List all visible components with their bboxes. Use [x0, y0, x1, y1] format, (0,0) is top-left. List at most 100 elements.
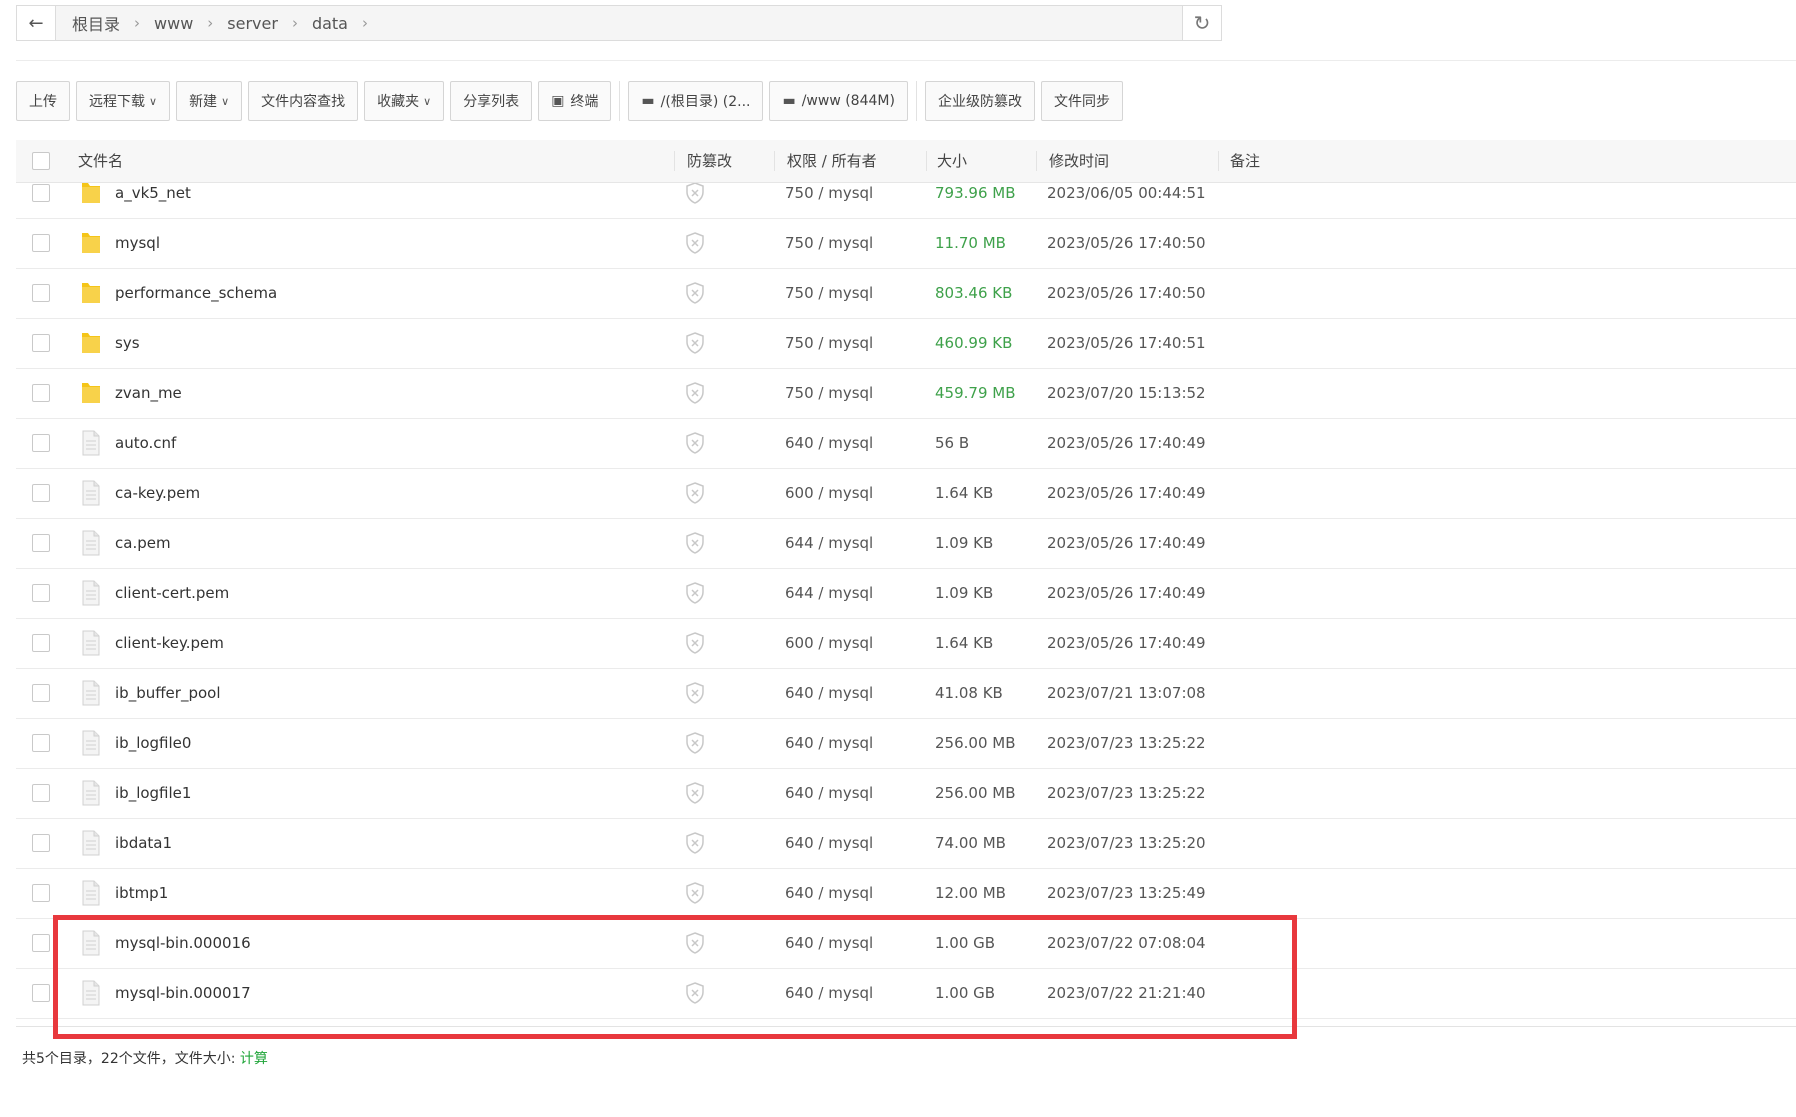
table-row[interactable]: mysql 750 / mysql 11.70 MB 2023/05/26 17:40… [16, 218, 1796, 269]
shield-icon[interactable] [685, 382, 705, 404]
row-checkbox[interactable] [32, 734, 50, 752]
row-checkbox[interactable] [32, 284, 50, 302]
content-search-button[interactable]: 文件内容查找 [248, 81, 359, 121]
row-checkbox[interactable] [32, 534, 50, 552]
shield-icon[interactable] [685, 782, 705, 804]
file-name[interactable]: client-cert.pem [115, 568, 229, 618]
table-row[interactable]: ib_logfile1 640 / mysql 256.00 MB 2023/07/2… [16, 768, 1796, 819]
perm-owner[interactable]: 640 / mysql [785, 918, 873, 968]
row-checkbox[interactable] [32, 634, 50, 652]
shield-icon[interactable] [685, 982, 705, 1004]
file-name[interactable]: ca-key.pem [115, 468, 200, 518]
breadcrumb-item[interactable]: www [154, 14, 193, 33]
table-row[interactable]: performance_schema 750 / mysql 803.46 KB 20… [16, 268, 1796, 319]
breadcrumb-item[interactable]: server [227, 14, 278, 33]
row-checkbox[interactable] [32, 484, 50, 502]
file-name[interactable]: ib_buffer_pool [115, 668, 221, 718]
row-checkbox[interactable] [32, 184, 50, 202]
enterprise-tamper-button[interactable]: 企业级防篡改 [924, 81, 1035, 121]
shield-icon[interactable] [685, 882, 705, 904]
favorites-button[interactable]: 收藏夹 ∨ [364, 81, 445, 121]
file-sync-button[interactable]: 文件同步 [1040, 81, 1123, 121]
shield-icon[interactable] [685, 432, 705, 454]
shield-icon[interactable] [685, 682, 705, 704]
share-list-button[interactable]: 分享列表 [450, 81, 533, 121]
calculate-link[interactable]: 计算 [240, 1051, 268, 1067]
shield-icon[interactable] [685, 732, 705, 754]
perm-owner[interactable]: 640 / mysql [785, 868, 873, 918]
shield-icon[interactable] [685, 332, 705, 354]
file-name[interactable]: client-key.pem [115, 618, 224, 668]
table-row[interactable]: ca.pem 644 / mysql 1.09 KB 2023/05/26 17:40… [16, 518, 1796, 569]
upload-button[interactable]: 上传 [16, 81, 70, 121]
column-name-header[interactable]: 文件名 [78, 140, 123, 182]
row-checkbox[interactable] [32, 334, 50, 352]
perm-owner[interactable]: 644 / mysql [785, 518, 873, 568]
table-row[interactable]: a_vk5_net 750 / mysql 793.96 MB 2023/06/05 … [16, 182, 1796, 219]
table-row[interactable]: sys 750 / mysql 460.99 KB 2023/05/26 17:40:… [16, 318, 1796, 369]
perm-owner[interactable]: 640 / mysql [785, 418, 873, 468]
perm-owner[interactable]: 640 / mysql [785, 968, 873, 1018]
perm-owner[interactable]: 750 / mysql [785, 318, 873, 368]
row-checkbox[interactable] [32, 934, 50, 952]
table-row[interactable]: client-key.pem 600 / mysql 1.64 KB 2023/05/… [16, 618, 1796, 669]
file-name[interactable]: zvan_me [115, 368, 182, 418]
shield-icon[interactable] [685, 182, 705, 204]
shield-icon[interactable] [685, 582, 705, 604]
disk-www-button[interactable]: ▬ /www (844M) [769, 81, 908, 121]
perm-owner[interactable]: 600 / mysql [785, 468, 873, 518]
row-checkbox[interactable] [32, 884, 50, 902]
select-all-checkbox[interactable] [32, 152, 50, 170]
file-name[interactable]: ib_logfile0 [115, 718, 191, 768]
terminal-button[interactable]: ▣ 终端 [538, 81, 612, 121]
breadcrumb-item[interactable]: data [312, 14, 348, 33]
column-mtime-header[interactable]: 修改时间 [1049, 140, 1109, 182]
remote-download-button[interactable]: 远程下载 ∨ [76, 81, 171, 121]
file-name[interactable]: ca.pem [115, 518, 171, 568]
file-name[interactable]: sys [115, 318, 140, 368]
perm-owner[interactable]: 750 / mysql [785, 268, 873, 318]
back-arrow-icon[interactable]: ← [17, 6, 56, 40]
new-button[interactable]: 新建 ∨ [176, 81, 243, 121]
perm-owner[interactable]: 640 / mysql [785, 718, 873, 768]
breadcrumb-item[interactable]: 根目录 [72, 11, 120, 35]
row-checkbox[interactable] [32, 234, 50, 252]
perm-owner[interactable]: 750 / mysql [785, 368, 873, 418]
disk-root-button[interactable]: ▬ /(根目录) (2... [628, 81, 764, 121]
file-name[interactable]: ibdata1 [115, 818, 172, 868]
row-checkbox[interactable] [32, 584, 50, 602]
row-checkbox[interactable] [32, 434, 50, 452]
table-row[interactable]: zvan_me 750 / mysql 459.79 MB 2023/07/20 15… [16, 368, 1796, 419]
table-row[interactable]: ibtmp1 640 / mysql 12.00 MB 2023/07/23 13:2… [16, 868, 1796, 919]
file-name[interactable]: auto.cnf [115, 418, 176, 468]
column-size-header[interactable]: 大小 [937, 140, 967, 182]
shield-icon[interactable] [685, 632, 705, 654]
perm-owner[interactable]: 750 / mysql [785, 182, 873, 218]
table-row[interactable]: auto.cnf 640 / mysql 56 B 2023/05/26 17:40:… [16, 418, 1796, 469]
perm-owner[interactable]: 750 / mysql [785, 218, 873, 268]
file-name[interactable]: a_vk5_net [115, 182, 191, 218]
shield-icon[interactable] [685, 282, 705, 304]
row-checkbox[interactable] [32, 784, 50, 802]
shield-icon[interactable] [685, 482, 705, 504]
table-row[interactable]: mysql-bin.000017 640 / mysql 1.00 GB 2023/0… [16, 968, 1796, 1019]
row-checkbox[interactable] [32, 384, 50, 402]
perm-owner[interactable]: 640 / mysql [785, 768, 873, 818]
file-name[interactable]: ib_logfile1 [115, 768, 191, 818]
table-row[interactable]: ib_logfile0 640 / mysql 256.00 MB 2023/07/2… [16, 718, 1796, 769]
file-name[interactable]: mysql-bin.000016 [115, 918, 251, 968]
shield-icon[interactable] [685, 932, 705, 954]
refresh-icon[interactable]: ↻ [1182, 6, 1221, 40]
table-row[interactable]: ibdata1 640 / mysql 74.00 MB 2023/07/23 13:… [16, 818, 1796, 869]
row-checkbox[interactable] [32, 984, 50, 1002]
table-row[interactable]: ca-key.pem 600 / mysql 1.64 KB 2023/05/26 1… [16, 468, 1796, 519]
perm-owner[interactable]: 640 / mysql [785, 668, 873, 718]
perm-owner[interactable]: 600 / mysql [785, 618, 873, 668]
shield-icon[interactable] [685, 232, 705, 254]
table-row[interactable]: mysql-bin.000016 640 / mysql 1.00 GB 2023/0… [16, 918, 1796, 969]
row-checkbox[interactable] [32, 834, 50, 852]
shield-icon[interactable] [685, 532, 705, 554]
file-name[interactable]: mysql-bin.000017 [115, 968, 251, 1018]
table-row[interactable]: ib_buffer_pool 640 / mysql 41.08 KB 2023/07… [16, 668, 1796, 719]
table-row[interactable]: client-cert.pem 644 / mysql 1.09 KB 2023/05… [16, 568, 1796, 619]
